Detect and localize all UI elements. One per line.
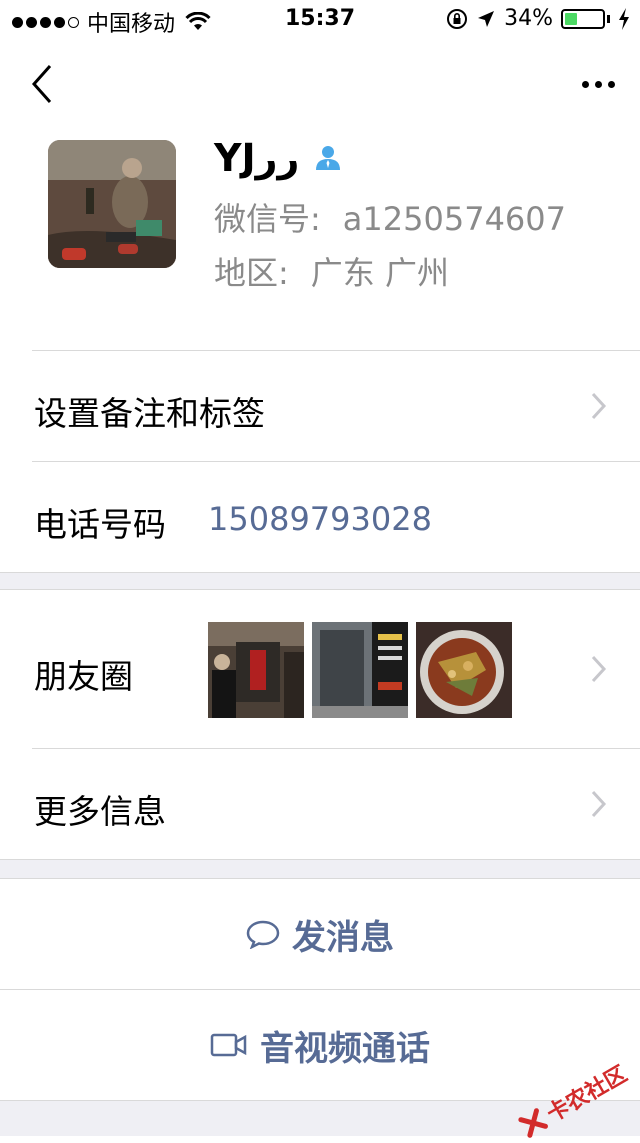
remarks-tags-label: 设置备注和标签	[34, 394, 265, 433]
location-arrow-icon	[478, 10, 495, 27]
wechat-id-value: a1250574607	[342, 200, 566, 238]
region-value: 广东 广州	[310, 254, 449, 292]
wechat-id-label: 微信号:	[214, 200, 321, 238]
chevron-left-icon	[31, 65, 52, 103]
back-button[interactable]	[24, 62, 64, 106]
section-gap	[0, 573, 640, 589]
moments-thumbnail	[312, 622, 408, 718]
video-camera-icon	[210, 1033, 247, 1057]
video-call-label: 音视频通话	[260, 1028, 430, 1069]
phone-row: 电话号码 15089793028	[0, 462, 640, 572]
rotation-lock-icon	[447, 8, 468, 29]
chevron-right-icon	[591, 790, 607, 818]
moments-thumbnail	[208, 622, 304, 718]
ellipsis-icon-dot	[594, 80, 602, 88]
battery-tip	[607, 14, 610, 23]
battery-percent: 34%	[504, 6, 553, 31]
profile-header: YJرر 微信号: a1250574607 地区: 广东 广州	[0, 128, 640, 350]
wechat-id-line: 微信号: a1250574607	[214, 194, 566, 240]
video-call-button[interactable]: 音视频通话	[0, 990, 640, 1100]
chevron-right-icon	[591, 655, 607, 683]
moments-thumbnail	[416, 622, 512, 718]
avatar-image	[48, 140, 176, 268]
nickname-row: YJرر	[214, 136, 343, 180]
send-message-button[interactable]: 发消息	[0, 879, 640, 989]
contact-person-icon	[316, 146, 341, 170]
phone-label: 电话号码	[34, 505, 166, 544]
remarks-tags-row[interactable]: 设置备注和标签	[0, 351, 640, 461]
ellipsis-icon-dot	[607, 80, 615, 88]
more-info-row[interactable]: 更多信息	[0, 749, 640, 859]
battery-level	[565, 12, 577, 25]
chat-bubble-icon	[246, 920, 280, 949]
region-line: 地区: 广东 广州	[214, 248, 449, 294]
nav-bar	[0, 40, 640, 128]
send-message-label: 发消息	[292, 917, 394, 958]
ellipsis-icon-dot	[581, 80, 589, 88]
nickname: YJرر	[214, 136, 300, 180]
section-gap	[0, 860, 640, 878]
more-info-label: 更多信息	[34, 792, 166, 831]
moments-label: 朋友圈	[34, 657, 133, 696]
avatar[interactable]	[48, 140, 176, 268]
phone-number-link[interactable]: 15089793028	[208, 500, 432, 538]
charging-bolt-icon	[619, 7, 629, 30]
status-right: 34%	[446, 6, 630, 31]
more-button[interactable]	[574, 66, 622, 102]
chevron-right-icon	[591, 392, 607, 420]
status-bar: 中国移动 15:37 34%	[0, 0, 640, 40]
region-label: 地区:	[214, 254, 289, 292]
battery-icon	[561, 8, 605, 29]
